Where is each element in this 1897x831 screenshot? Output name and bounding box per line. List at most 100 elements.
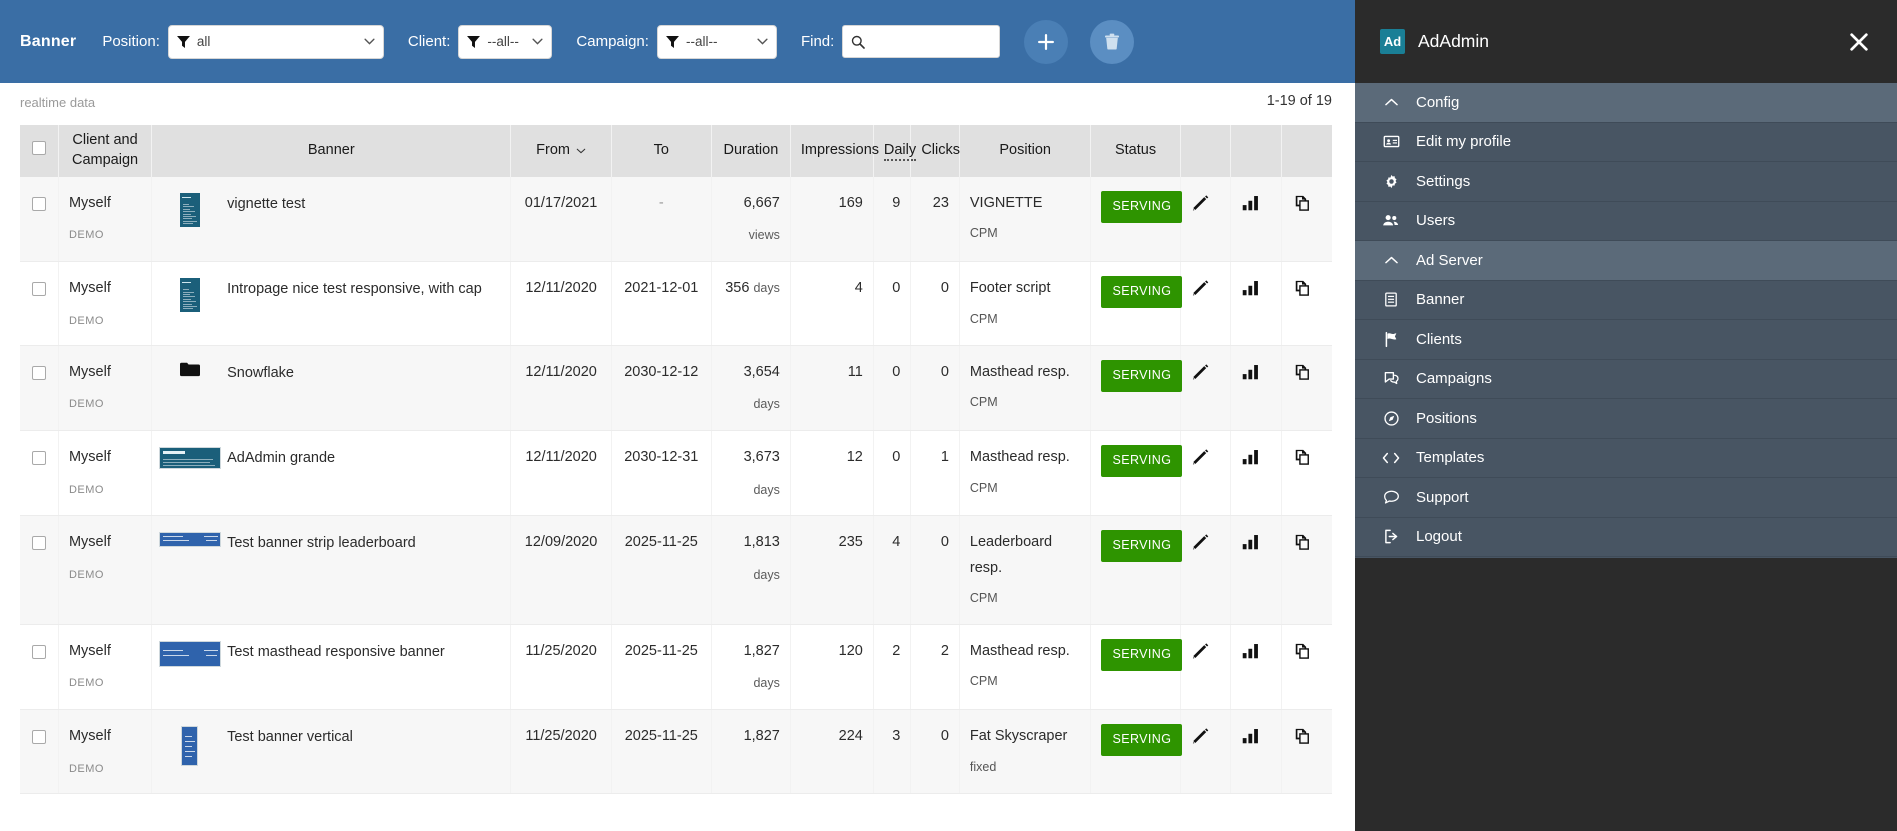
client-filter-select[interactable]: --all--	[458, 24, 553, 59]
edit-button[interactable]	[1180, 261, 1232, 346]
col-header-duration[interactable]: Duration	[711, 125, 791, 177]
row-select-cell[interactable]	[20, 624, 59, 711]
row-select-cell[interactable]	[20, 345, 59, 432]
edit-button[interactable]	[1180, 709, 1232, 794]
col-header-banner[interactable]: Banner	[151, 125, 512, 177]
row-checkbox[interactable]	[31, 282, 46, 297]
banner-name[interactable]: vignette test	[227, 191, 305, 217]
sidebar-item-ad-server[interactable]: Ad Server	[1355, 241, 1897, 281]
edit-button[interactable]	[1180, 430, 1232, 517]
sidebar-item-banner[interactable]: Banner	[1355, 281, 1897, 320]
cell-banner[interactable]: vignette test	[151, 177, 512, 263]
row-checkbox[interactable]	[31, 536, 46, 551]
select-all-checkbox[interactable]	[31, 140, 46, 155]
sidebar-item-logout[interactable]: Logout	[1355, 518, 1897, 557]
col-header-position[interactable]: Position	[959, 125, 1092, 177]
cell-to: 2025-11-25	[624, 534, 698, 551]
sidebar-item-positions[interactable]: Positions	[1355, 399, 1897, 439]
sidebar-item-config[interactable]: Config	[1355, 83, 1897, 123]
statistics-button[interactable]	[1230, 261, 1282, 346]
row-checkbox[interactable]	[31, 730, 46, 745]
table-row[interactable]: Myself DEMO vignette test 01/17/2021 - 6,667 v…	[20, 177, 1332, 263]
banner-name[interactable]: Test banner vertical	[227, 724, 353, 750]
top-toolbar: Banner Position: all Client: --all-- Cam…	[0, 0, 1355, 83]
banner-name[interactable]: AdAdmin grande	[227, 445, 335, 471]
add-banner-button[interactable]	[1024, 19, 1069, 64]
duplicate-button[interactable]	[1281, 515, 1332, 625]
cell-duration: 6,667 views	[711, 177, 791, 263]
statistics-button[interactable]	[1230, 709, 1282, 794]
row-checkbox[interactable]	[31, 365, 46, 380]
row-checkbox[interactable]	[31, 645, 46, 659]
search-box[interactable]	[842, 25, 1001, 58]
cell-banner[interactable]: Test masthead responsive banner	[151, 624, 512, 711]
banner-name[interactable]: Intropage nice test responsive, with cap	[227, 276, 482, 302]
duplicate-button[interactable]	[1281, 261, 1332, 346]
sidebar-item-clients[interactable]: Clients	[1355, 320, 1897, 360]
duplicate-button[interactable]	[1281, 345, 1332, 432]
col-header-impressions[interactable]: Impressions	[790, 125, 879, 177]
client-filter-label: Client:	[407, 33, 451, 50]
duplicate-button[interactable]	[1281, 709, 1332, 794]
banner-name[interactable]: Snowflake	[227, 360, 294, 386]
banner-name[interactable]: Test banner strip leaderboard	[227, 530, 416, 556]
cell-banner[interactable]: Test banner strip leaderboard	[151, 515, 512, 625]
sidebar-item-templates[interactable]: Templates	[1355, 439, 1897, 478]
duplicate-button[interactable]	[1281, 430, 1332, 517]
table-row[interactable]: Myself DEMO Test masthead responsive banne…	[20, 624, 1332, 711]
sidebar-item-campaigns[interactable]: Campaigns	[1355, 360, 1897, 399]
cell-daily: 3	[873, 709, 912, 794]
col-header-status[interactable]: Status	[1090, 125, 1181, 177]
row-select-cell[interactable]	[20, 709, 59, 794]
banner-name[interactable]: Test masthead responsive banner	[227, 639, 445, 665]
row-select-cell[interactable]	[20, 430, 59, 517]
sidebar-item-support[interactable]: Support	[1355, 478, 1897, 518]
statistics-button[interactable]	[1230, 345, 1282, 432]
row-select-cell[interactable]	[20, 515, 59, 625]
cell-to-wrap: 2025-11-25	[611, 515, 712, 625]
col-header-from[interactable]: From	[510, 125, 612, 177]
col-header-to[interactable]: To	[611, 125, 712, 177]
row-checkbox[interactable]	[31, 451, 46, 466]
duplicate-button[interactable]	[1281, 177, 1332, 263]
table-row[interactable]: Myself DEMO AdAdmin grande 12/11/2020 2030-1…	[20, 430, 1332, 517]
row-select-cell[interactable]	[20, 261, 59, 346]
sidebar-item-edit-my-profile[interactable]: Edit my profile	[1355, 123, 1897, 162]
cell-position: Leaderboard resp. CPM	[959, 515, 1092, 625]
cell-clicks: 0	[910, 709, 960, 794]
select-all-header[interactable]	[20, 125, 59, 177]
table-row[interactable]: Myself DEMO Snowflake 12/11/2020 2030-12-12 3…	[20, 345, 1332, 432]
position-filter-select[interactable]: all	[167, 24, 384, 59]
edit-button[interactable]	[1180, 515, 1232, 625]
cell-banner[interactable]: Intropage nice test responsive, with cap	[151, 261, 512, 346]
campaign-filter-label: Campaign:	[576, 33, 649, 50]
edit-button[interactable]	[1180, 624, 1232, 711]
close-icon[interactable]	[1846, 29, 1872, 55]
campaign-filter-select[interactable]: --all--	[656, 24, 777, 59]
statistics-button[interactable]	[1230, 177, 1282, 263]
col-header-clicks[interactable]: Clicks	[910, 125, 960, 177]
sidebar-item-settings[interactable]: Settings	[1355, 162, 1897, 202]
sidebar-item-users[interactable]: Users	[1355, 202, 1897, 241]
cell-banner[interactable]: AdAdmin grande	[151, 430, 512, 517]
status-badge: SERVING	[1101, 639, 1183, 671]
duplicate-button[interactable]	[1281, 624, 1332, 711]
statistics-button[interactable]	[1230, 430, 1282, 517]
row-select-cell[interactable]	[20, 177, 59, 263]
statistics-button[interactable]	[1230, 515, 1282, 625]
col-header-client[interactable]: Client and Campaign	[58, 125, 153, 177]
cell-banner[interactable]: Test banner vertical	[151, 709, 512, 794]
row-checkbox[interactable]	[31, 197, 46, 211]
duration-value: 1,827	[743, 728, 780, 745]
table-row[interactable]: Myself DEMO Test banner strip leaderboard 1…	[20, 515, 1332, 625]
cell-from: 11/25/2020	[510, 624, 612, 711]
delete-button[interactable]	[1090, 19, 1135, 64]
edit-button[interactable]	[1180, 345, 1232, 432]
statistics-button[interactable]	[1230, 624, 1282, 711]
search-input[interactable]	[871, 33, 992, 50]
cell-banner[interactable]: Snowflake	[151, 345, 512, 432]
table-row[interactable]: Myself DEMO Test banner vertical 11/25/2020…	[20, 709, 1332, 794]
table-row[interactable]: Myself DEMO Intropage nice test responsive…	[20, 261, 1332, 346]
cell-to: 2021-12-01	[624, 280, 699, 297]
edit-button[interactable]	[1180, 177, 1232, 263]
